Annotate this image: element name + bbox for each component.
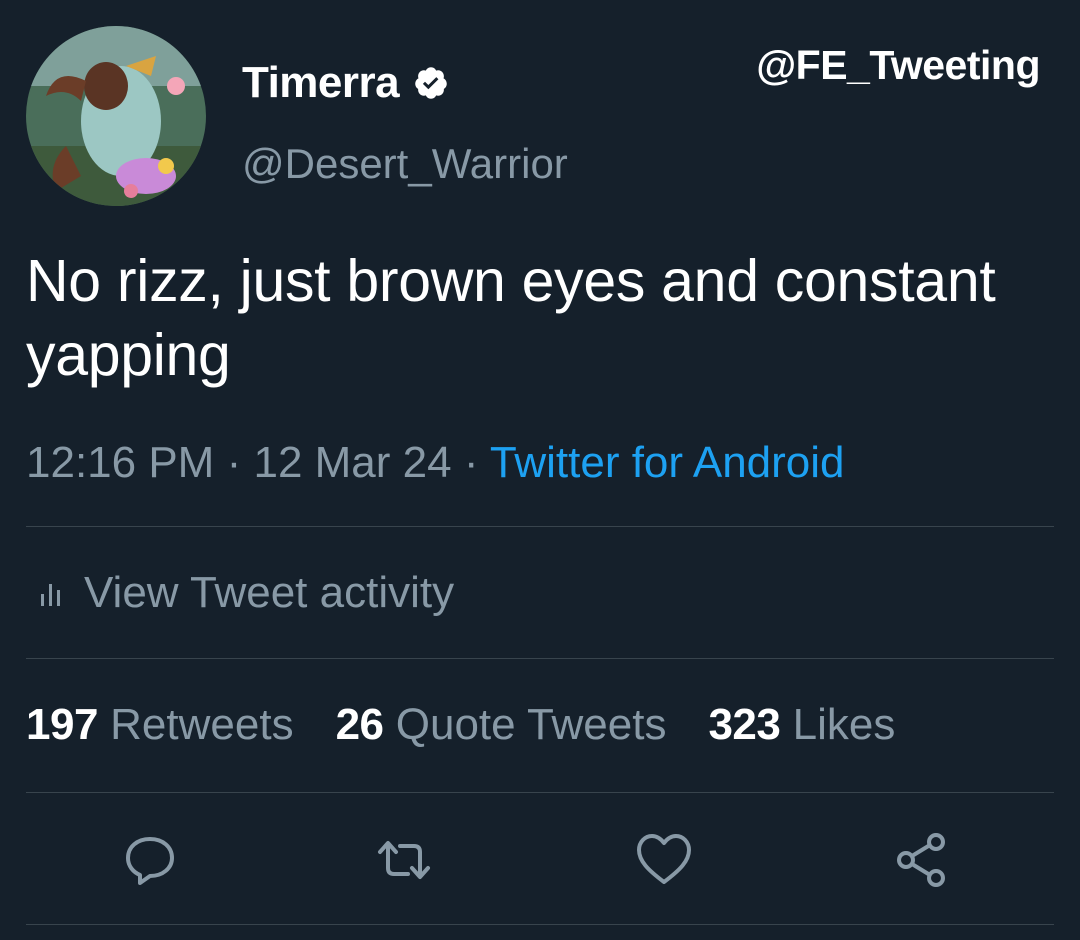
reply-icon [126, 837, 174, 885]
likes-label: Likes [792, 700, 896, 749]
quote-tweets-count: 26 [335, 700, 384, 749]
author-name-row[interactable]: Timerra [242, 58, 449, 108]
tweet-date: 12 Mar 24 [253, 438, 452, 487]
share-icon [897, 833, 945, 887]
tweet-text: No rizz, just brown eyes and constant ya… [26, 248, 996, 388]
retweets-count: 197 [26, 700, 98, 749]
meta-separator: · [226, 438, 242, 487]
heart-icon [637, 834, 691, 884]
retweet-icon [378, 841, 430, 879]
view-tweet-activity-label: View Tweet activity [84, 568, 455, 617]
share-button[interactable] [892, 830, 952, 890]
divider [26, 658, 1054, 659]
avatar-image [26, 26, 206, 206]
tweet-actions-bar [0, 830, 1080, 890]
retweet-button[interactable] [374, 830, 434, 890]
tweet-stats: 197 Retweets 26 Quote Tweets 323 Likes [26, 700, 937, 750]
tweet-time: 12:16 PM [26, 438, 215, 487]
reply-button[interactable] [120, 830, 180, 890]
likes-stat[interactable]: 323 Likes [708, 700, 895, 750]
quote-tweets-stat[interactable]: 26 Quote Tweets [336, 700, 667, 750]
tweet-source-link[interactable]: Twitter for Android [490, 438, 845, 487]
retweets-stat[interactable]: 197 Retweets [26, 700, 294, 750]
likes-count: 323 [708, 700, 781, 749]
meta-separator: · [463, 438, 479, 487]
verified-badge-icon [415, 67, 447, 99]
divider [26, 526, 1054, 527]
view-tweet-activity-button[interactable]: View Tweet activity [38, 568, 454, 618]
divider [26, 792, 1054, 793]
retweets-label: Retweets [110, 700, 294, 749]
bar-chart-icon [41, 584, 60, 606]
like-button[interactable] [634, 830, 694, 890]
watermark: @FE_Tweeting [756, 42, 1040, 88]
author-handle[interactable]: @Desert_Warrior [242, 140, 568, 188]
quote-tweets-label: Quote Tweets [395, 700, 667, 749]
divider [26, 924, 1054, 925]
display-name[interactable]: Timerra [242, 58, 400, 108]
tweet-meta: 12:16 PM · 12 Mar 24 · Twitter for Andro… [26, 438, 845, 488]
avatar[interactable] [26, 26, 206, 206]
